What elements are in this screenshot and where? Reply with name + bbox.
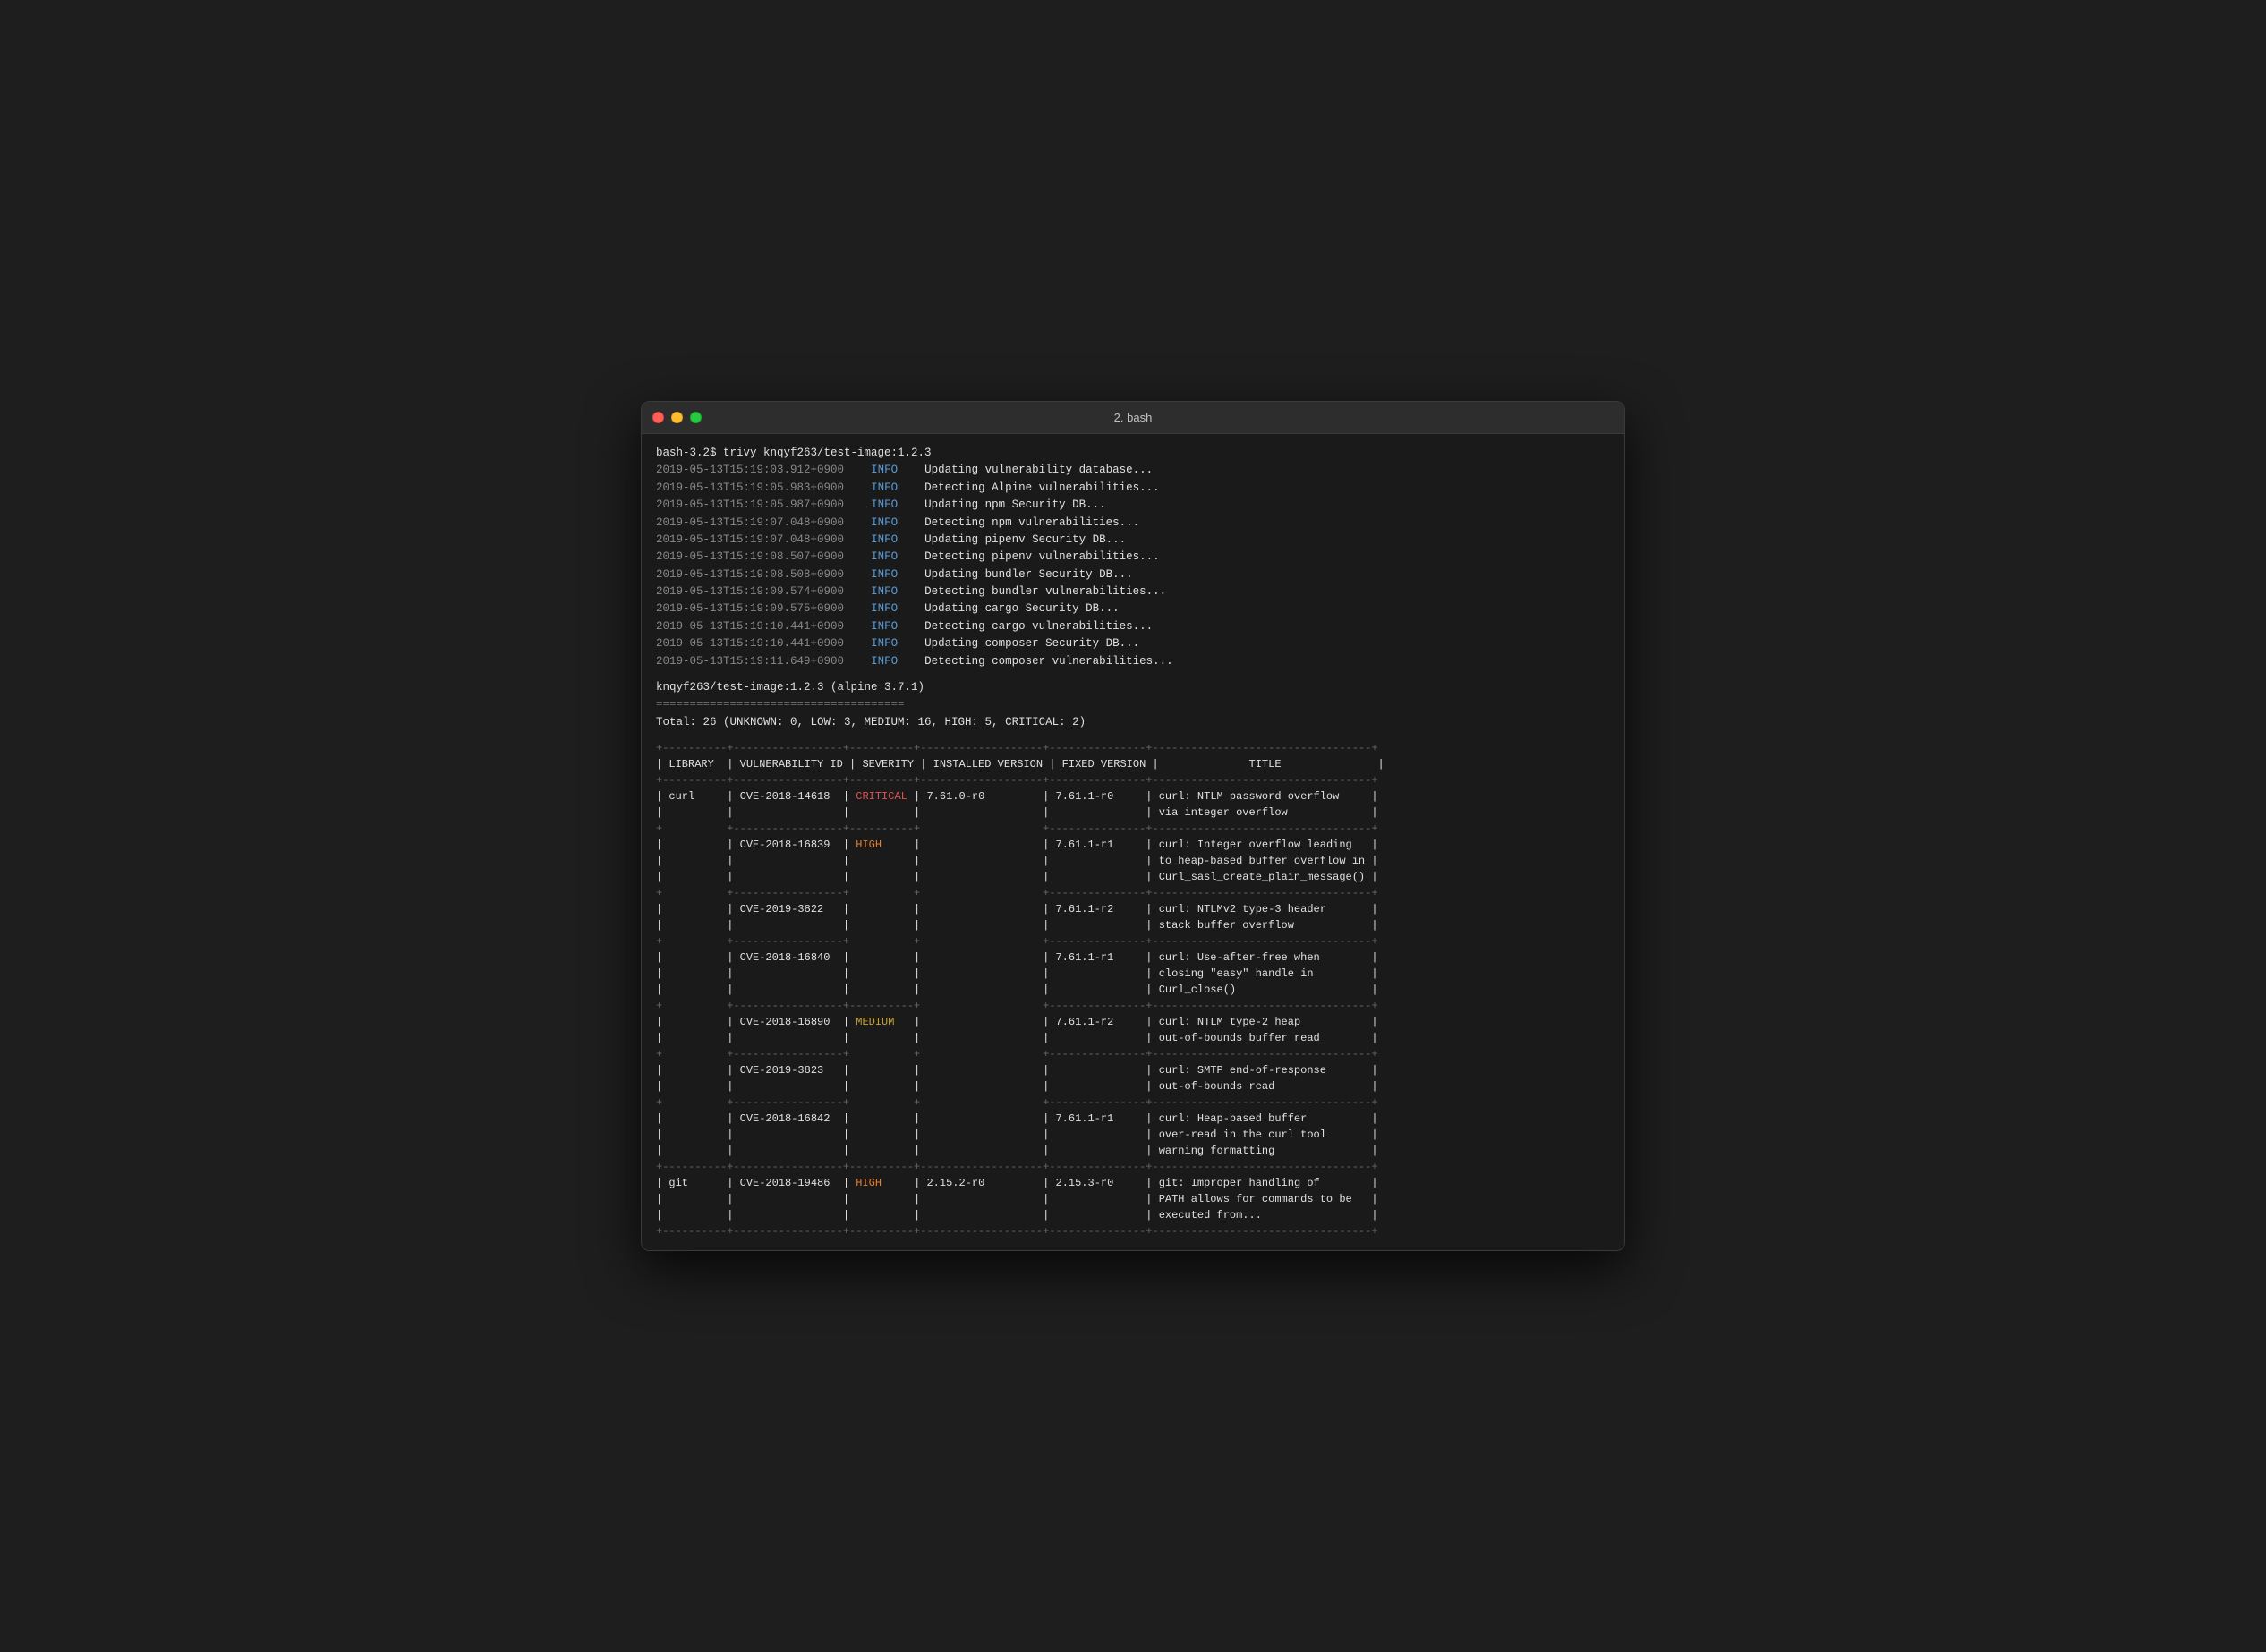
table-row: | | | | | | Curl_sasl_create_plain_messa… [656,869,1610,885]
table-row: | | | | | | out-of-bounds buffer read | [656,1030,1610,1046]
table-row: | | | | | | warning formatting | [656,1143,1610,1159]
table-row: | | CVE-2019-3822 | | | 7.61.1-r2 | curl… [656,901,1610,917]
prompt-line: bash-3.2$ trivy knqyf263/test-image:1.2.… [656,445,1610,462]
summary-line: Total: 26 (UNKNOWN: 0, LOW: 3, MEDIUM: 1… [656,714,1610,731]
table-row: | | | | | | over-read in the curl tool | [656,1127,1610,1143]
log-line: 2019-05-13T15:19:09.575+0900 INFO Updati… [656,600,1610,617]
log-line: 2019-05-13T15:19:08.508+0900 INFO Updati… [656,566,1610,583]
log-line: 2019-05-13T15:19:11.649+0900 INFO Detect… [656,653,1610,670]
traffic-lights [652,412,702,423]
table-row-sep: +----------+-----------------+----------… [656,1159,1610,1175]
table-row: | | CVE-2018-16840 | | | 7.61.1-r1 | cur… [656,949,1610,966]
table-row: | | | | | | via integer overflow | [656,805,1610,821]
log-line: 2019-05-13T15:19:07.048+0900 INFO Detect… [656,515,1610,532]
titlebar: 2. bash [642,402,1624,434]
vuln-table: +----------+-----------------+----------… [656,740,1610,1239]
close-button[interactable] [652,412,664,423]
table-row: | | | | | | PATH allows for commands to … [656,1191,1610,1207]
table-row: | | | | | | Curl_close() | [656,982,1610,998]
table-row-sep: + +-----------------+ + +---------------… [656,1094,1610,1111]
table-row: | | CVE-2018-16839 | HIGH | | 7.61.1-r1 … [656,837,1610,853]
table-row-sep: + +-----------------+ + +---------------… [656,1046,1610,1062]
table-row: | | CVE-2019-3823 | | | | curl: SMTP end… [656,1062,1610,1078]
table-row: | | | | | | stack buffer overflow | [656,917,1610,933]
log-line: 2019-05-13T15:19:10.441+0900 INFO Detect… [656,618,1610,635]
table-bottom-border: +----------+-----------------+----------… [656,1223,1610,1239]
window-title: 2. bash [1114,411,1153,424]
table-row: | | | | | | executed from... | [656,1207,1610,1223]
terminal-body: bash-3.2$ trivy knqyf263/test-image:1.2.… [642,434,1624,1250]
table-row: | curl | CVE-2018-14618 | CRITICAL | 7.6… [656,788,1610,805]
log-line: 2019-05-13T15:19:05.983+0900 INFO Detect… [656,480,1610,497]
table-row: | | CVE-2018-16842 | | | 7.61.1-r1 | cur… [656,1111,1610,1127]
log-line: 2019-05-13T15:19:05.987+0900 INFO Updati… [656,497,1610,514]
table-row: | | | | | | closing "easy" handle in | [656,966,1610,982]
table-header-sep: +----------+-----------------+----------… [656,772,1610,788]
log-lines: 2019-05-13T15:19:03.912+0900 INFO Updati… [656,462,1610,670]
table-row: | | | | | | to heap-based buffer overflo… [656,853,1610,869]
table-row-sep: + +-----------------+----------+ +------… [656,998,1610,1014]
separator-line: ===================================== [656,696,1610,713]
table-row-sep: + +-----------------+----------+ +------… [656,821,1610,837]
table-header: | LIBRARY | VULNERABILITY ID | SEVERITY … [656,756,1610,772]
table-row: | git | CVE-2018-19486 | HIGH | 2.15.2-r… [656,1175,1610,1191]
table-row-sep: + +-----------------+ + +---------------… [656,885,1610,901]
minimize-button[interactable] [671,412,683,423]
table-row: | | | | | | out-of-bounds read | [656,1078,1610,1094]
table-row: | | CVE-2018-16890 | MEDIUM | | 7.61.1-r… [656,1014,1610,1030]
log-line: 2019-05-13T15:19:10.441+0900 INFO Updati… [656,635,1610,652]
fullscreen-button[interactable] [690,412,702,423]
table-top-border: +----------+-----------------+----------… [656,740,1610,756]
terminal-window: 2. bash bash-3.2$ trivy knqyf263/test-im… [641,401,1625,1251]
log-line: 2019-05-13T15:19:09.574+0900 INFO Detect… [656,583,1610,600]
image-line: knqyf263/test-image:1.2.3 (alpine 3.7.1) [656,679,1610,696]
log-line: 2019-05-13T15:19:07.048+0900 INFO Updati… [656,532,1610,549]
log-line: 2019-05-13T15:19:08.507+0900 INFO Detect… [656,549,1610,566]
table-row-sep: + +-----------------+ + +---------------… [656,933,1610,949]
log-line: 2019-05-13T15:19:03.912+0900 INFO Updati… [656,462,1610,479]
